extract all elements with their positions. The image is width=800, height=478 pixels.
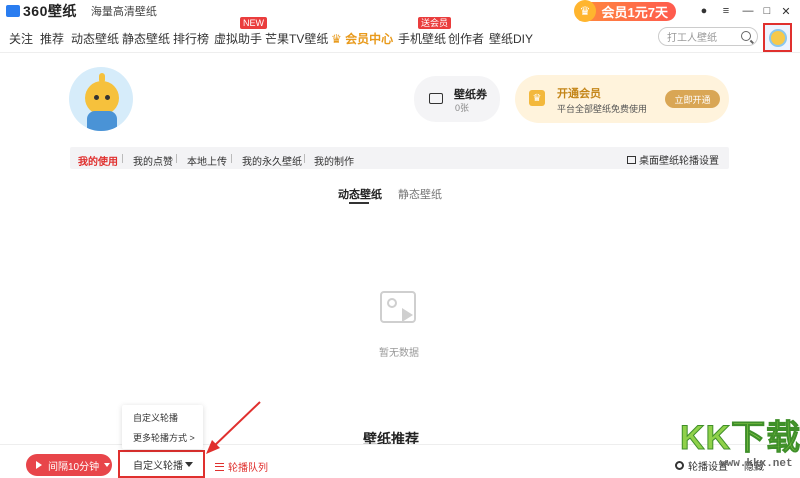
watermark-letter: K <box>705 419 731 458</box>
vip-gift-badge: 送会员 <box>418 17 452 29</box>
minimize-icon[interactable]: — <box>741 4 755 18</box>
queue-label: 轮播队列 <box>228 463 268 474</box>
nav-divider <box>0 52 800 53</box>
interval-label: 间隔10分钟 <box>48 461 100 473</box>
nav-item-diy[interactable]: 壁纸DIY <box>489 30 533 47</box>
new-badge: NEW <box>240 17 267 29</box>
crown-icon: ♛ <box>529 90 545 106</box>
avatar-eye-right <box>105 95 110 100</box>
watermark-url: www.kkx.net <box>720 458 793 470</box>
annotation-arrow <box>206 401 261 454</box>
subtab-separator <box>176 154 177 163</box>
title-bar: 360壁纸 海量高清壁纸 <box>0 0 800 22</box>
search-placeholder: 打工人壁纸 <box>667 33 717 44</box>
desktop-carousel-settings-label: 桌面壁纸轮播设置 <box>639 156 719 167</box>
subtab-local-upload[interactable]: 本地上传 <box>187 153 227 168</box>
watermark-letter: 载 <box>766 419 800 458</box>
nav-item-recommend[interactable]: 推荐 <box>40 30 64 47</box>
maximize-icon[interactable]: □ <box>760 4 774 18</box>
logo-icon <box>6 5 20 17</box>
vip-card-title: 开通会员 <box>557 88 601 100</box>
wallpaper-coupon-card[interactable]: 壁纸券 0张 <box>414 76 500 122</box>
interval-button[interactable]: 间隔10分钟 <box>26 454 112 476</box>
coupon-title: 壁纸券 <box>454 89 487 101</box>
user-avatar-button[interactable] <box>763 23 792 52</box>
search-icon[interactable] <box>741 31 751 41</box>
nav-item-follow[interactable]: 关注 <box>9 30 33 47</box>
tab-static-wallpaper[interactable]: 静态壁纸 <box>398 186 442 202</box>
subtab-my-usage[interactable]: 我的使用 <box>78 153 118 168</box>
site-watermark: K K 下 载 www.kkx.net <box>680 418 800 476</box>
profile-subtabs: 我的使用 我的点赞 本地上传 我的永久壁纸 我的制作 桌面壁纸轮播设置 <box>70 147 729 169</box>
profile-avatar[interactable] <box>69 67 133 131</box>
ticket-icon <box>429 93 443 104</box>
carousel-queue-link[interactable]: 轮播队列 <box>215 459 268 474</box>
vip-promo-text: 会员1元7天 <box>601 5 668 20</box>
app-slogan: 海量高清壁纸 <box>90 6 157 18</box>
crown-icon: ♛ <box>331 32 346 46</box>
nav-item-vip-label: 会员中心 <box>345 32 394 46</box>
app-logo[interactable]: 360壁纸 <box>6 1 77 21</box>
vip-card: ♛ 开通会员 平台全部壁纸免费使用 立即开通 <box>515 75 729 123</box>
avatar-body <box>87 111 117 131</box>
subtab-separator <box>231 154 232 163</box>
empty-state-text: 暂无数据 <box>379 348 419 359</box>
notification-icon[interactable]: ● <box>697 4 711 18</box>
tab-dynamic-wallpaper[interactable]: 动态壁纸 <box>338 186 382 202</box>
play-icon <box>36 461 42 469</box>
open-vip-button[interactable]: 立即开通 <box>665 90 720 108</box>
crown-icon: ♛ <box>574 0 596 22</box>
play-shape <box>402 308 413 322</box>
settings-icon[interactable]: ≡ <box>719 4 733 18</box>
subtab-my-creations[interactable]: 我的制作 <box>314 153 354 168</box>
caret-down-icon <box>104 463 111 467</box>
nav-item-static[interactable]: 静态壁纸 <box>122 30 170 47</box>
subtab-my-likes[interactable]: 我的点赞 <box>133 153 173 168</box>
desktop-carousel-settings-link[interactable]: 桌面壁纸轮播设置 <box>627 152 719 167</box>
nav-item-mango-tv[interactable]: 芒果TV壁纸 <box>265 30 328 47</box>
watermark-letter: K <box>680 419 706 458</box>
avatar-icon <box>768 28 787 47</box>
vip-promo-banner[interactable]: ♛ 会员1元7天 <box>574 0 676 22</box>
vip-card-desc: 平台全部壁纸免费使用 <box>557 104 648 114</box>
nav-item-ranking[interactable]: 排行榜 <box>173 30 209 47</box>
logo-text: 360壁纸 <box>23 3 77 19</box>
list-icon <box>215 462 224 471</box>
nav-item-creator[interactable]: 创作者 <box>448 30 484 47</box>
nav-item-mobile[interactable]: 手机壁纸 <box>398 30 446 47</box>
nav-item-dynamic[interactable]: 动态壁纸 <box>71 30 119 47</box>
caret-down-icon <box>185 462 193 467</box>
search-input[interactable]: 打工人壁纸 <box>658 27 758 46</box>
subtab-separator <box>304 154 305 163</box>
menu-option-custom[interactable]: 自定义轮播 <box>133 411 178 424</box>
subtab-permanent[interactable]: 我的永久壁纸 <box>242 153 302 168</box>
nav-item-vip-center[interactable]: ♛ 会员中心 <box>331 30 393 47</box>
active-tab-indicator <box>349 202 369 204</box>
watermark-letter: 下 <box>731 419 766 458</box>
empty-media-icon <box>380 291 416 323</box>
nav-item-virtual-assistant[interactable]: 虚拟助手 <box>214 30 262 47</box>
avatar-eye-left <box>94 95 99 100</box>
menu-option-more[interactable]: 更多轮播方式 > <box>133 431 195 444</box>
carousel-mode-label: 自定义轮播 <box>133 460 183 472</box>
coupon-count: 0张 <box>455 103 470 113</box>
subtab-separator <box>122 154 123 163</box>
close-icon[interactable]: ✕ <box>779 4 793 18</box>
carousel-mode-menu: 自定义轮播 更多轮播方式 > <box>122 405 203 449</box>
avatar-head <box>85 81 119 115</box>
carousel-mode-select[interactable]: 自定义轮播 <box>118 450 205 478</box>
picture-icon <box>627 155 636 164</box>
